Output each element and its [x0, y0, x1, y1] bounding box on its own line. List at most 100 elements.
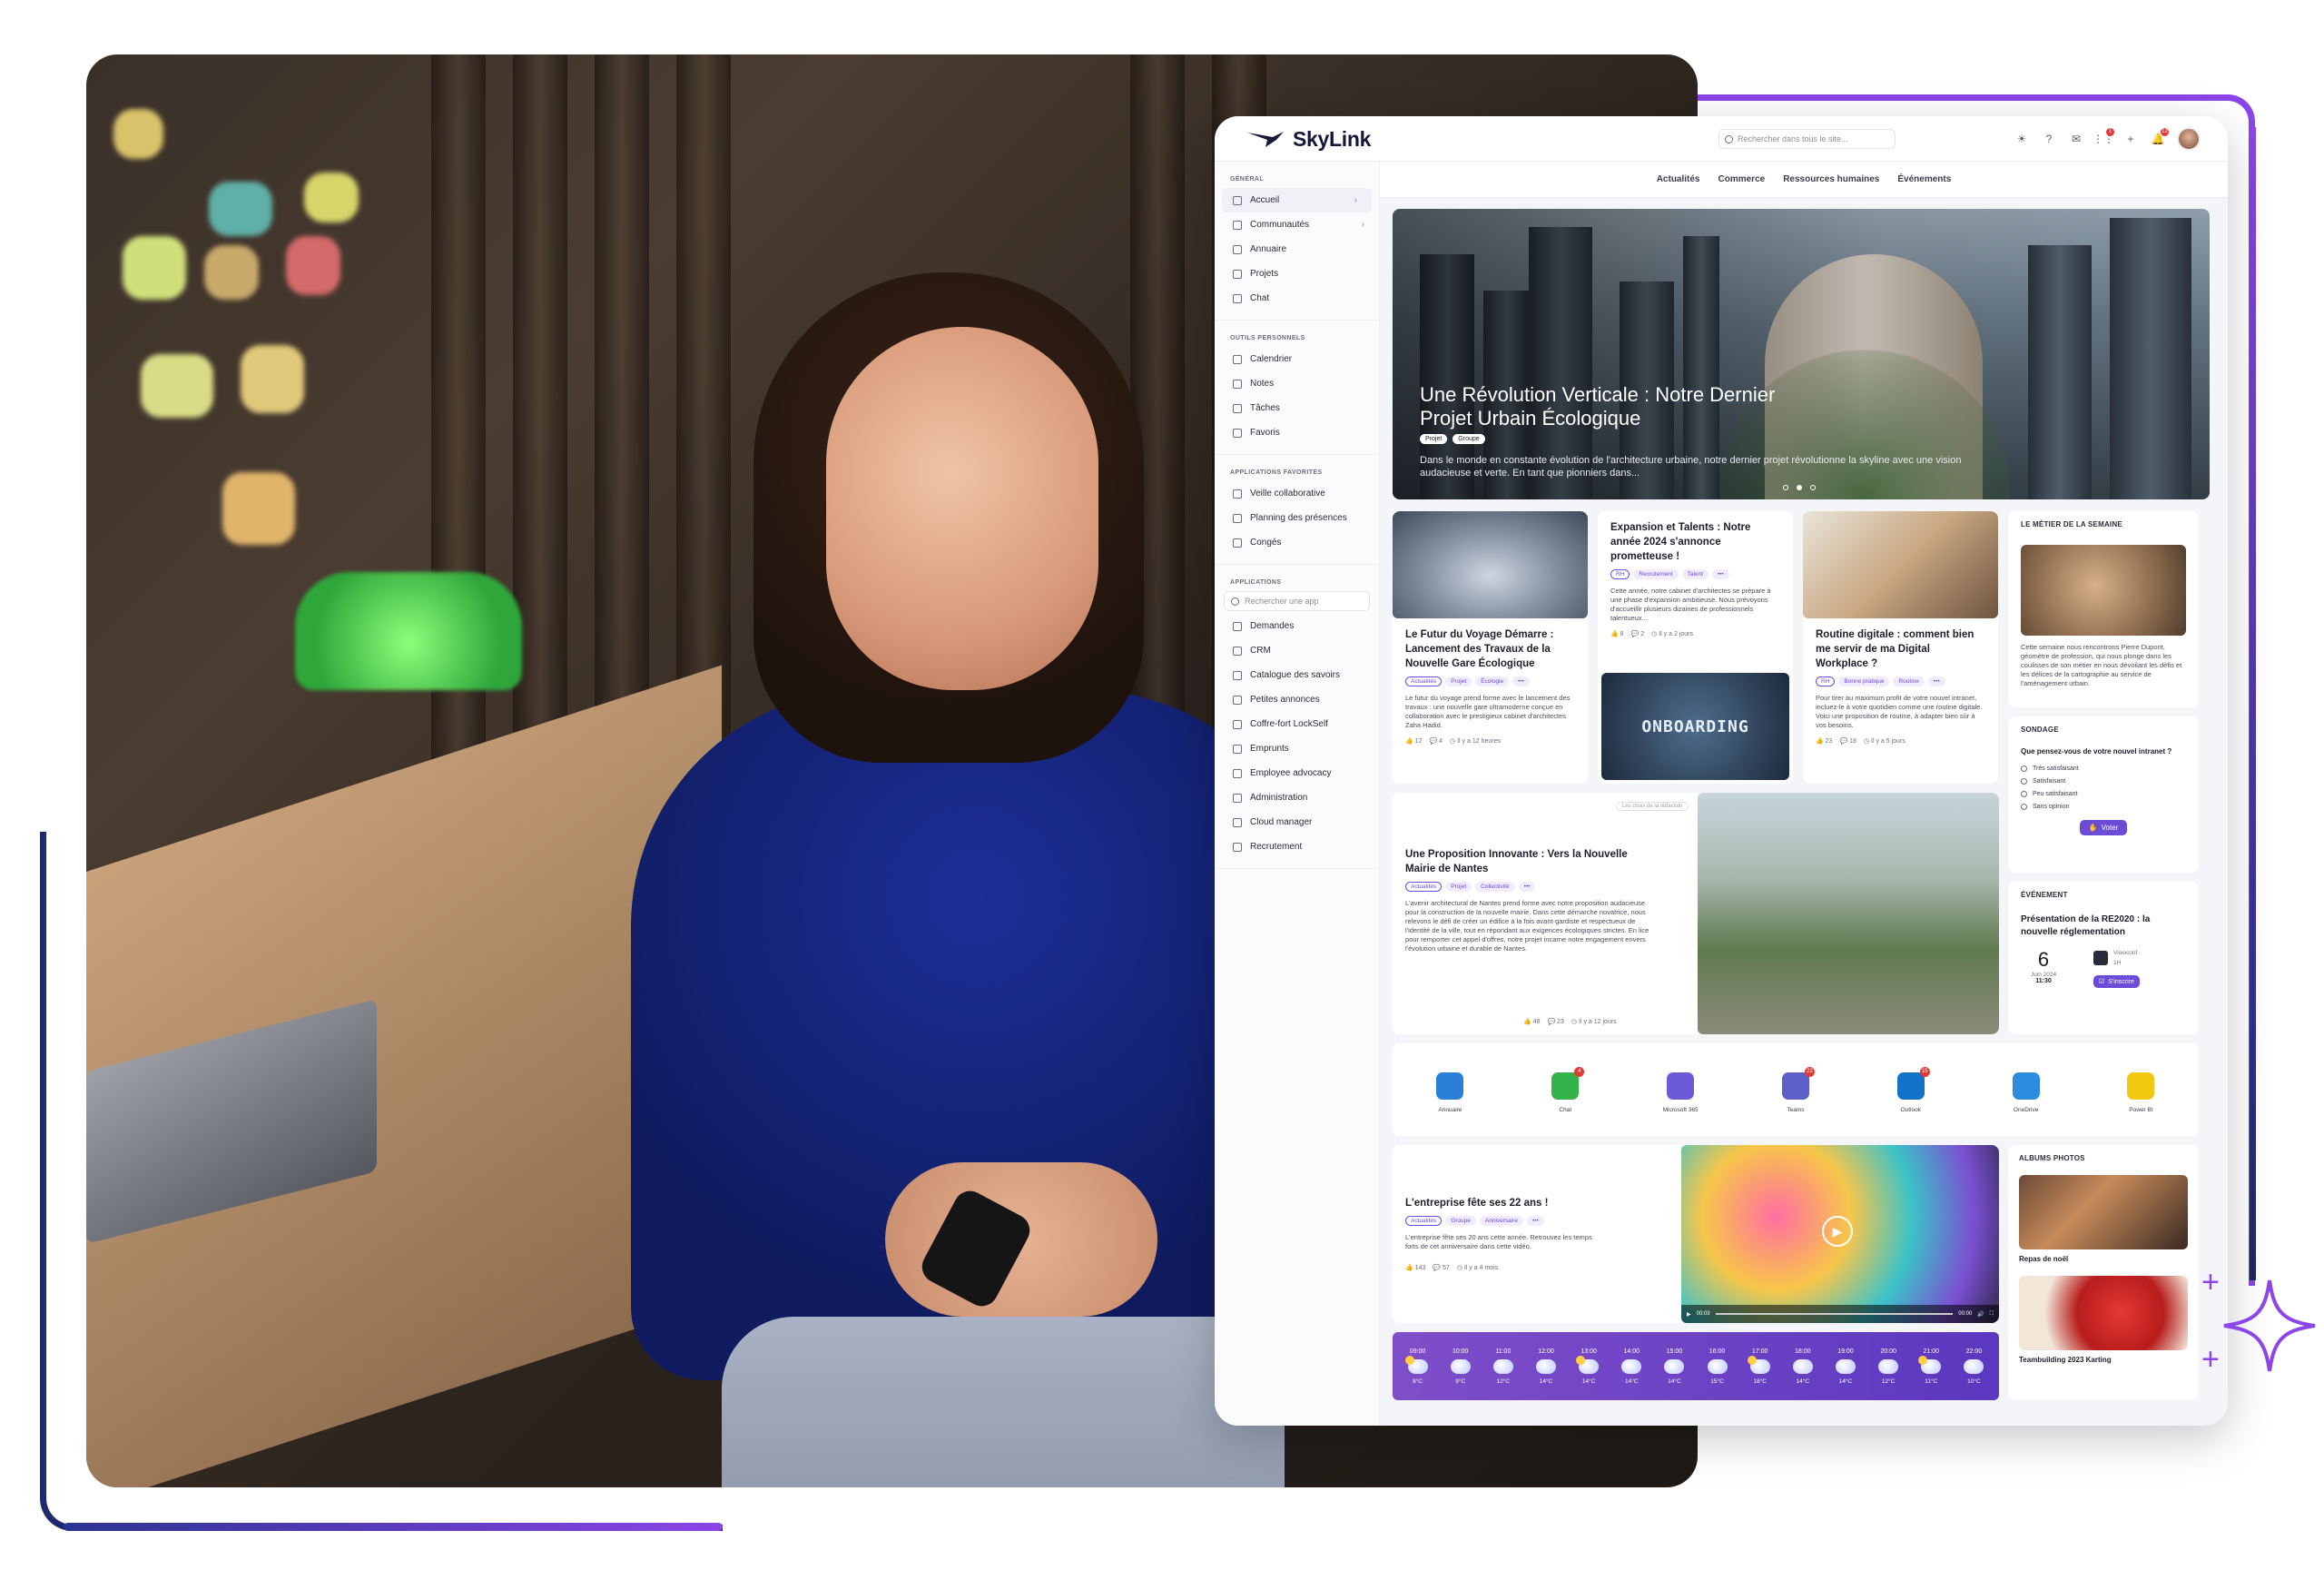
more-tags-chip[interactable]: •••	[1512, 676, 1530, 686]
hero-tag[interactable]: Projet	[1420, 434, 1448, 444]
poll-option[interactable]: Satisfaisant	[2021, 775, 2186, 787]
sidebar-item[interactable]: Notes	[1215, 371, 1379, 396]
tag-chip[interactable]: Actualités	[1405, 1216, 1443, 1226]
fullscreen-icon[interactable]: ⛶	[1990, 1311, 1994, 1318]
article-card[interactable]: Routine digitale : comment bien me servi…	[1803, 511, 1998, 784]
comment-icon[interactable]: 💬 23	[1547, 1018, 1563, 1025]
sidebar-item[interactable]: Demandes	[1215, 614, 1379, 638]
subnav-tab[interactable]: Événements	[1897, 174, 1951, 184]
tag-chip[interactable]: Projet	[1445, 882, 1472, 892]
register-button[interactable]: ☑ S'inscrire	[2093, 975, 2140, 988]
chevron-right-icon[interactable]: ›	[1362, 220, 1364, 230]
chevron-right-icon[interactable]: ›	[1354, 195, 1357, 205]
album-cover[interactable]	[2019, 1175, 2188, 1249]
vote-button[interactable]: ✋ Voter	[2079, 820, 2128, 835]
tag-chip[interactable]: Recrutement	[1633, 569, 1679, 579]
more-tags-chip[interactable]: •••	[1927, 676, 1945, 686]
tag-chip[interactable]: RH	[1610, 569, 1630, 579]
article-title[interactable]: Routine digitale : comment bien me servi…	[1816, 627, 1985, 671]
more-tags-chip[interactable]: •••	[1518, 882, 1536, 892]
bell-icon[interactable]: 🔔 12	[2150, 128, 2169, 147]
video-progress-bar[interactable]	[1715, 1313, 1954, 1315]
subnav-tab[interactable]: Ressources humaines	[1783, 174, 1879, 184]
comment-icon[interactable]: 💬 4	[1429, 737, 1443, 745]
hero-title[interactable]: Une Révolution Verticale : Notre Dernier…	[1420, 383, 1810, 430]
comment-icon[interactable]: 💬 57	[1433, 1264, 1449, 1271]
like-icon[interactable]: 👍 143	[1405, 1264, 1425, 1271]
subnav-tab[interactable]: Actualités	[1657, 174, 1700, 184]
app-shortcut[interactable]: 15 Outlook	[1875, 1067, 1947, 1113]
hero-tag[interactable]: Groupe	[1452, 434, 1485, 444]
play-small-icon[interactable]: ▶	[1687, 1311, 1691, 1318]
tag-chip[interactable]: Projet	[1445, 676, 1472, 686]
tag-chip[interactable]: Routine	[1893, 676, 1925, 686]
add-icon[interactable]: +	[2122, 131, 2139, 147]
featured-article-card[interactable]: Les choix de la rédaction Une Propositio…	[1393, 793, 1999, 1034]
play-icon[interactable]: ▶	[1822, 1216, 1853, 1247]
tag-chip[interactable]: RH	[1816, 676, 1836, 686]
sidebar-item[interactable]: Communautés ›	[1215, 212, 1379, 237]
poll-option[interactable]: Très satisfaisant	[2021, 762, 2186, 775]
sidebar-item[interactable]: Cloud manager	[1215, 810, 1379, 834]
mail-icon[interactable]: ✉	[2068, 131, 2084, 147]
volume-icon[interactable]: 🔊	[1977, 1311, 1984, 1318]
user-avatar[interactable]	[2177, 127, 2201, 151]
tag-chip[interactable]: Écologie	[1475, 676, 1510, 686]
article-title[interactable]: Le Futur du Voyage Démarre : Lancement d…	[1405, 627, 1575, 671]
carousel-dot[interactable]	[1810, 485, 1816, 490]
album-title[interactable]: Teambuilding 2023 Karting	[2019, 1356, 2188, 1364]
sidebar-item[interactable]: Emprunts	[1215, 736, 1379, 761]
app-shortcut[interactable]: Microsoft 365	[1644, 1072, 1717, 1113]
app-shortcut[interactable]: Power BI	[2104, 1072, 2177, 1113]
sidebar-item[interactable]: Veille collaborative	[1215, 481, 1379, 506]
app-search-input[interactable]: Rechercher une app	[1224, 591, 1370, 611]
sidebar-item[interactable]: Catalogue des savoirs	[1215, 663, 1379, 687]
event-title[interactable]: Présentation de la RE2020 : la nouvelle …	[2021, 913, 2186, 939]
sidebar-item[interactable]: Tâches	[1215, 396, 1379, 420]
skylink-logo[interactable]: SkyLink	[1246, 125, 1371, 153]
album-cover[interactable]	[2019, 1276, 2188, 1350]
app-shortcut[interactable]: 22 Teams	[1759, 1067, 1832, 1113]
sidebar-item[interactable]: Accueil ›	[1222, 188, 1372, 212]
carousel-dot-active[interactable]	[1797, 485, 1802, 490]
tag-chip[interactable]: Actualités	[1405, 882, 1443, 892]
sidebar-item[interactable]: Coffre-fort LockSelf	[1215, 712, 1379, 736]
video-article-card[interactable]: L'entreprise fête ses 22 ans ! Actualité…	[1393, 1145, 1999, 1323]
more-tags-chip[interactable]: •••	[1527, 1216, 1544, 1226]
more-tags-chip[interactable]: •••	[1711, 569, 1729, 579]
anniversary-video[interactable]: ▶ ▶ 00:03 00:00 🔊 ⛶	[1681, 1145, 1999, 1323]
poll-option[interactable]: Peu satisfaisant	[2021, 787, 2186, 800]
apps-grid-icon[interactable]: ⋮⋮ 1	[2093, 128, 2114, 147]
app-shortcut[interactable]: OneDrive	[1990, 1072, 2063, 1113]
album-title[interactable]: Repas de noël	[2019, 1255, 2188, 1263]
app-shortcut[interactable]: Annuaire	[1413, 1072, 1486, 1113]
article-card[interactable]: Le Futur du Voyage Démarre : Lancement d…	[1393, 511, 1588, 784]
app-shortcut[interactable]: 4 Chat	[1529, 1067, 1601, 1113]
like-icon[interactable]: 👍 12	[1405, 737, 1422, 745]
site-search-input[interactable]: Rechercher dans tous le site...	[1718, 129, 1896, 149]
comment-icon[interactable]: 💬 2	[1631, 630, 1645, 637]
carousel-dot[interactable]	[1783, 485, 1788, 490]
sidebar-item[interactable]: Annuaire	[1215, 237, 1379, 262]
article-title[interactable]: L'entreprise fête ses 22 ans !	[1405, 1196, 1678, 1210]
sidebar-item[interactable]: Favoris	[1215, 420, 1379, 445]
sidebar-item[interactable]: Planning des présences	[1215, 506, 1379, 530]
sidebar-item[interactable]: CRM	[1215, 638, 1379, 663]
tag-chip[interactable]: Talent	[1681, 569, 1709, 579]
sidebar-item[interactable]: Recrutement	[1215, 834, 1379, 859]
tag-chip[interactable]: Collectivité	[1475, 882, 1515, 892]
subnav-tab[interactable]: Commerce	[1718, 174, 1766, 184]
like-icon[interactable]: 👍 23	[1816, 737, 1832, 745]
sidebar-item[interactable]: Projets	[1215, 262, 1379, 286]
hero-carousel[interactable]: Une Révolution Verticale : Notre Dernier…	[1393, 209, 2210, 499]
like-icon[interactable]: 👍 48	[1523, 1018, 1540, 1025]
sidebar-item[interactable]: Chat	[1215, 286, 1379, 311]
sidebar-item[interactable]: Calendrier	[1215, 347, 1379, 371]
help-icon[interactable]: ?	[2041, 131, 2057, 147]
tag-chip[interactable]: Bonne pratique	[1838, 676, 1890, 686]
sidebar-item[interactable]: Employee advocacy	[1215, 761, 1379, 785]
article-title[interactable]: Expansion et Talents : Notre année 2024 …	[1610, 520, 1780, 564]
sidebar-item[interactable]: Congés	[1215, 530, 1379, 555]
tag-chip[interactable]: Actualités	[1405, 676, 1443, 686]
article-card[interactable]: Expansion et Talents : Notre année 2024 …	[1598, 511, 1793, 784]
